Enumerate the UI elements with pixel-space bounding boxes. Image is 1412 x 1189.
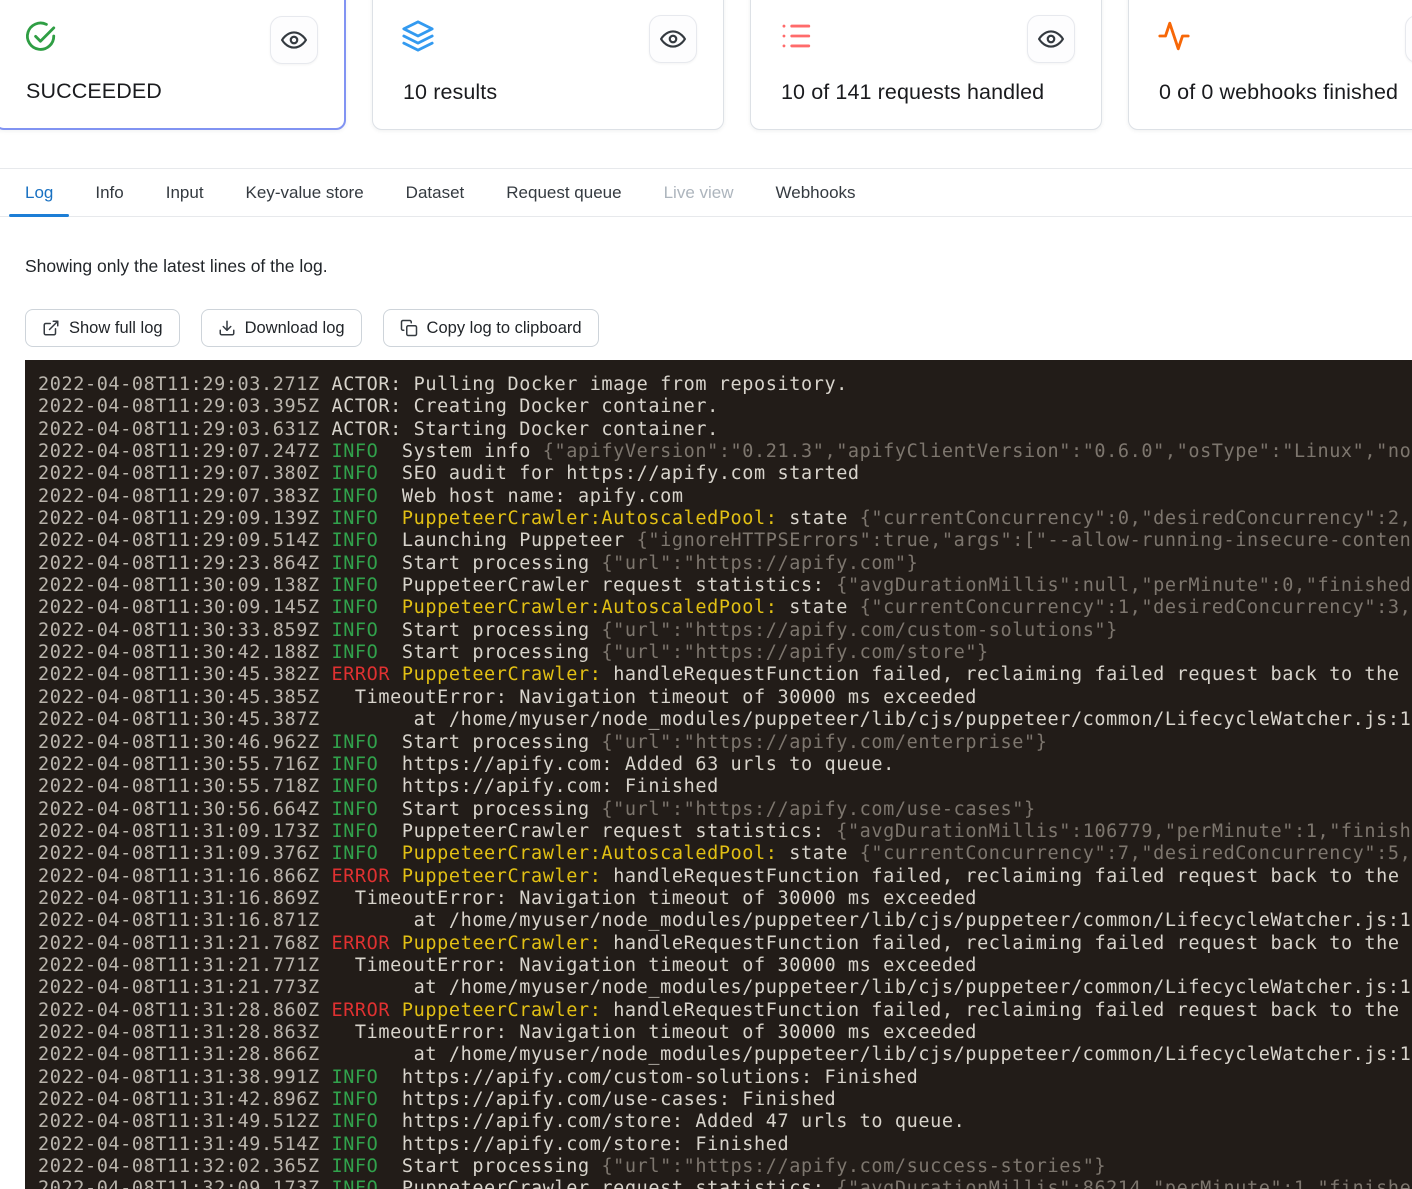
- tab-dataset[interactable]: Dataset: [390, 169, 481, 216]
- tab-log[interactable]: Log: [9, 169, 69, 216]
- requests-count: 10 of 141 requests handled: [781, 80, 1044, 105]
- view-webhooks-button[interactable]: [1405, 15, 1412, 63]
- copy-icon: [400, 319, 418, 337]
- log-line: 2022-04-08T11:31:09.173Z INFO PuppeteerC…: [38, 821, 1412, 843]
- results-card: 10 results: [372, 0, 724, 130]
- log-actions: Show full log Download log Copy log to c…: [25, 309, 599, 347]
- show-full-log-label: Show full log: [69, 319, 163, 338]
- log-line: 2022-04-08T11:31:21.768Z ERROR Puppeteer…: [38, 933, 1412, 955]
- log-terminal[interactable]: 2022-04-08T11:29:03.271Z ACTOR: Pulling …: [25, 360, 1412, 1189]
- list-icon: [779, 19, 813, 53]
- requests-card: 10 of 141 requests handled: [750, 0, 1102, 130]
- log-line: 2022-04-08T11:31:16.866Z ERROR Puppeteer…: [38, 866, 1412, 888]
- run-tabs: Log Info Input Key-value store Dataset R…: [0, 168, 1412, 217]
- results-count: 10 results: [403, 80, 497, 105]
- log-line: 2022-04-08T11:31:49.512Z INFO https://ap…: [38, 1111, 1412, 1133]
- log-line: 2022-04-08T11:30:09.138Z INFO PuppeteerC…: [38, 575, 1412, 597]
- activity-icon: [1157, 19, 1191, 53]
- log-line: 2022-04-08T11:29:09.139Z INFO PuppeteerC…: [38, 508, 1412, 530]
- tab-key-value-store[interactable]: Key-value store: [230, 169, 380, 216]
- log-line: 2022-04-08T11:31:21.773Z at /home/myuser…: [38, 977, 1412, 999]
- log-line: 2022-04-08T11:31:16.869Z TimeoutError: N…: [38, 888, 1412, 910]
- log-line: 2022-04-08T11:30:42.188Z INFO Start proc…: [38, 642, 1412, 664]
- log-line: 2022-04-08T11:32:02.365Z INFO Start proc…: [38, 1156, 1412, 1178]
- log-line: 2022-04-08T11:29:07.383Z INFO Web host n…: [38, 486, 1412, 508]
- download-log-button[interactable]: Download log: [201, 309, 362, 347]
- download-log-label: Download log: [245, 319, 345, 338]
- log-truncation-note: Showing only the latest lines of the log…: [25, 256, 328, 277]
- log-line: 2022-04-08T11:30:45.387Z at /home/myuser…: [38, 709, 1412, 731]
- tab-request-queue[interactable]: Request queue: [490, 169, 637, 216]
- webhooks-count: 0 of 0 webhooks finished: [1159, 80, 1398, 105]
- webhooks-card: 0 of 0 webhooks finished: [1128, 0, 1412, 130]
- tab-input[interactable]: Input: [150, 169, 220, 216]
- log-line: 2022-04-08T11:31:28.866Z at /home/myuser…: [38, 1044, 1412, 1066]
- view-requests-button[interactable]: [1027, 15, 1075, 63]
- eye-icon: [281, 27, 307, 53]
- status-badge: SUCCEEDED: [26, 79, 162, 104]
- layers-icon: [401, 19, 435, 53]
- log-line: 2022-04-08T11:30:56.664Z INFO Start proc…: [38, 799, 1412, 821]
- log-line: 2022-04-08T11:32:09.173Z INFO PuppeteerC…: [38, 1178, 1412, 1189]
- log-line: 2022-04-08T11:31:28.860Z ERROR Puppeteer…: [38, 1000, 1412, 1022]
- log-line: 2022-04-08T11:30:33.859Z INFO Start proc…: [38, 620, 1412, 642]
- log-line: 2022-04-08T11:30:55.718Z INFO https://ap…: [38, 776, 1412, 798]
- log-line: 2022-04-08T11:29:03.271Z ACTOR: Pulling …: [38, 374, 1412, 396]
- log-line: 2022-04-08T11:31:16.871Z at /home/myuser…: [38, 910, 1412, 932]
- view-status-button[interactable]: [270, 16, 318, 64]
- tab-webhooks[interactable]: Webhooks: [760, 169, 872, 216]
- log-line: 2022-04-08T11:29:03.631Z ACTOR: Starting…: [38, 419, 1412, 441]
- check-circle-icon: [24, 20, 58, 54]
- log-line: 2022-04-08T11:31:49.514Z INFO https://ap…: [38, 1134, 1412, 1156]
- download-icon: [218, 319, 236, 337]
- log-line: 2022-04-08T11:30:45.385Z TimeoutError: N…: [38, 687, 1412, 709]
- external-link-icon: [42, 319, 60, 337]
- log-line: 2022-04-08T11:30:46.962Z INFO Start proc…: [38, 732, 1412, 754]
- status-card: SUCCEEDED: [0, 0, 346, 130]
- log-line: 2022-04-08T11:29:23.864Z INFO Start proc…: [38, 553, 1412, 575]
- show-full-log-button[interactable]: Show full log: [25, 309, 180, 347]
- log-line: 2022-04-08T11:29:07.247Z INFO System inf…: [38, 441, 1412, 463]
- run-stats-cards: SUCCEEDED 10 results 10 of 141 reques: [0, 0, 1412, 130]
- log-line: 2022-04-08T11:31:38.991Z INFO https://ap…: [38, 1067, 1412, 1089]
- log-line: 2022-04-08T11:29:03.395Z ACTOR: Creating…: [38, 396, 1412, 418]
- log-line: 2022-04-08T11:29:07.380Z INFO SEO audit …: [38, 463, 1412, 485]
- log-line: 2022-04-08T11:31:42.896Z INFO https://ap…: [38, 1089, 1412, 1111]
- log-line: 2022-04-08T11:31:28.863Z TimeoutError: N…: [38, 1022, 1412, 1044]
- log-line: 2022-04-08T11:31:21.771Z TimeoutError: N…: [38, 955, 1412, 977]
- eye-icon: [660, 26, 686, 52]
- log-line: 2022-04-08T11:30:55.716Z INFO https://ap…: [38, 754, 1412, 776]
- log-line: 2022-04-08T11:31:09.376Z INFO PuppeteerC…: [38, 843, 1412, 865]
- copy-log-button[interactable]: Copy log to clipboard: [383, 309, 599, 347]
- view-results-button[interactable]: [649, 15, 697, 63]
- tab-info[interactable]: Info: [79, 169, 139, 216]
- eye-icon: [1038, 26, 1064, 52]
- tab-live-view: Live view: [648, 169, 750, 216]
- log-line: 2022-04-08T11:30:45.382Z ERROR Puppeteer…: [38, 664, 1412, 686]
- log-line: 2022-04-08T11:29:09.514Z INFO Launching …: [38, 530, 1412, 552]
- copy-log-label: Copy log to clipboard: [427, 319, 582, 338]
- log-line: 2022-04-08T11:30:09.145Z INFO PuppeteerC…: [38, 597, 1412, 619]
